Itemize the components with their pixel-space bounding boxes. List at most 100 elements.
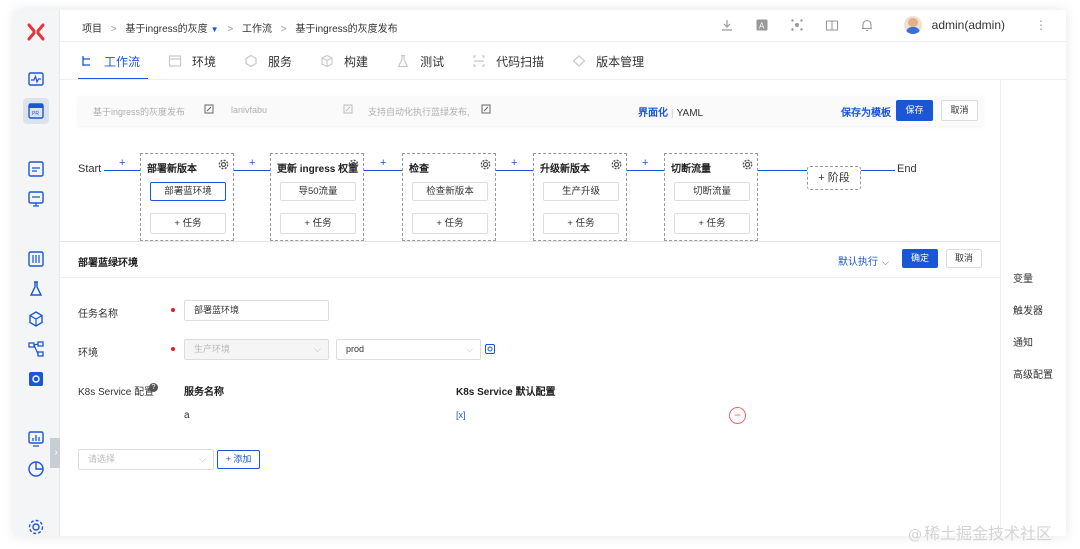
topology-icon[interactable] — [27, 340, 45, 358]
diamond-icon — [572, 55, 586, 67]
workflow-display-name[interactable]: 基于ingress的灰度发布 — [93, 105, 185, 118]
stage-card[interactable]: 升级新版本 生产升级 + 任务 — [533, 153, 627, 241]
workflow-description[interactable]: 支持自动化执行蓝绿发布, — [368, 105, 470, 118]
tab-code-scan[interactable]: 代码扫描 — [470, 46, 546, 76]
stage-card[interactable]: 部署新版本 部署蓝环境 + 任务 — [140, 153, 234, 241]
tab-workflow[interactable]: 工作流 — [78, 46, 149, 80]
workflow-header-row: 基于ingress的灰度发布 lanivfabu 支持自动化执行蓝绿发布, 界面… — [78, 96, 983, 126]
panel-item-variables[interactable]: 变量 — [1013, 270, 1033, 285]
tab-build[interactable]: 构建 — [318, 46, 370, 76]
help-icon[interactable]: ? — [149, 383, 158, 392]
panel-item-notifications[interactable]: 通知 — [1013, 334, 1033, 349]
svg-text:PR: PR — [32, 111, 39, 117]
edit-icon[interactable] — [481, 104, 491, 114]
translate-icon[interactable]: A — [754, 17, 770, 33]
confirm-button[interactable]: 确定 — [902, 249, 938, 268]
add-stage-button[interactable]: + 阶段 — [807, 166, 861, 190]
stage-card[interactable]: 切断流量 切断流量 + 任务 — [664, 153, 758, 241]
tab-label: 服务 — [268, 54, 293, 69]
stage-card[interactable]: 更新 ingress 权重 导50流量 + 任务 — [270, 153, 364, 241]
refresh-icon[interactable] — [485, 344, 495, 354]
task-list-icon[interactable] — [27, 160, 45, 178]
job-button[interactable]: 检查新版本 — [412, 182, 488, 201]
task-name-input[interactable]: 部署蓝环境 — [184, 300, 329, 321]
cancel-button[interactable]: 取消 — [946, 249, 982, 268]
save-as-template-button[interactable]: 保存为模板 — [841, 104, 891, 119]
test-flask-icon[interactable] — [27, 280, 45, 298]
job-button[interactable]: 部署蓝环境 — [150, 182, 226, 201]
avatar[interactable] — [903, 16, 922, 34]
tab-service[interactable]: 服务 — [242, 46, 294, 76]
exec-mode-select[interactable]: 默认执行 ⌵ — [838, 253, 889, 268]
breadcrumb-separator: > — [110, 24, 117, 35]
service-icon — [245, 54, 257, 68]
breadcrumb-item[interactable]: 基于ingress的灰度 — [125, 24, 207, 35]
save-button[interactable]: 保存 — [896, 100, 933, 121]
gear-icon[interactable] — [218, 159, 229, 170]
stage-name: 切断流量 — [671, 164, 711, 175]
edit-icon[interactable] — [343, 104, 353, 114]
add-task-button[interactable]: + 任务 — [280, 213, 356, 234]
variable-config-link[interactable]: [x] — [456, 410, 466, 420]
job-button[interactable]: 导50流量 — [280, 182, 356, 201]
add-task-button[interactable]: + 任务 — [150, 213, 226, 234]
artifact-icon[interactable] — [27, 310, 45, 328]
username[interactable]: admin(admin) — [932, 18, 1005, 32]
add-stage-plus[interactable]: + — [249, 157, 255, 169]
breadcrumb-item[interactable]: 工作流 — [242, 24, 272, 35]
stage-card[interactable]: 检查 检查新版本 + 任务 — [402, 153, 496, 241]
detail-title: 部署蓝绿环境 — [78, 258, 138, 269]
gear-icon[interactable] — [348, 159, 359, 170]
download-icon[interactable] — [719, 17, 735, 33]
remove-row-button[interactable]: − — [729, 407, 746, 424]
add-stage-plus[interactable]: + — [511, 157, 517, 169]
add-stage-plus[interactable]: + — [380, 157, 386, 169]
tab-test[interactable]: 测试 — [394, 46, 446, 76]
caret-down-icon[interactable]: ▼ — [211, 25, 219, 34]
workflow-key[interactable]: lanivfabu — [231, 105, 267, 115]
panel-item-advanced[interactable]: 高级配置 — [1013, 366, 1053, 381]
right-config-panel: 变量 触发器 通知 高级配置 — [1000, 80, 1066, 536]
exec-mode-label: 默认执行 — [838, 257, 878, 268]
breadcrumb-item[interactable]: 项目 — [82, 24, 102, 35]
settings-box-icon[interactable] — [27, 370, 45, 388]
project-icon[interactable]: PR — [27, 102, 45, 120]
gear-icon[interactable] — [27, 518, 45, 536]
release-icon[interactable] — [27, 190, 45, 208]
docs-icon[interactable] — [824, 17, 840, 33]
zadig-logo[interactable] — [26, 22, 46, 42]
bell-icon[interactable] — [859, 17, 875, 33]
pipeline-end: End — [897, 163, 917, 175]
pulse-icon[interactable] — [27, 70, 45, 88]
mode-ui[interactable]: 界面化 — [638, 108, 668, 119]
tabs-divider — [60, 79, 1066, 80]
cancel-button[interactable]: 取消 — [941, 100, 978, 121]
add-stage-plus[interactable]: + — [642, 157, 648, 169]
build-icon[interactable] — [27, 250, 45, 268]
add-task-button[interactable]: + 任务 — [543, 213, 619, 234]
monitor-chart-icon[interactable] — [27, 430, 45, 448]
job-detail-panel: 部署蓝绿环境 默认执行 ⌵ 确定 取消 任务名称 部署蓝环境 环境 生产环境 ⌵ … — [60, 241, 1000, 536]
environment-icon — [168, 55, 182, 67]
pie-chart-icon[interactable] — [27, 460, 45, 478]
gear-icon[interactable] — [480, 159, 491, 170]
namespace-select[interactable]: prod ⌵ — [336, 339, 481, 360]
add-task-button[interactable]: + 任务 — [412, 213, 488, 234]
env-label: 环境 — [78, 348, 98, 359]
add-stage-plus[interactable]: + — [119, 157, 125, 169]
add-task-button[interactable]: + 任务 — [674, 213, 750, 234]
job-button[interactable]: 生产升级 — [543, 182, 619, 201]
service-select[interactable]: 请选择 ⌵ — [78, 449, 214, 470]
tab-environment[interactable]: 环境 — [166, 46, 218, 76]
gear-icon[interactable] — [611, 159, 622, 170]
mode-yaml[interactable]: YAML — [677, 108, 704, 119]
add-service-button[interactable]: + 添加 — [217, 450, 260, 469]
plugin-icon[interactable] — [789, 17, 805, 33]
panel-item-triggers[interactable]: 触发器 — [1013, 302, 1043, 317]
column-default-config: K8s Service 默认配置 — [456, 387, 556, 398]
gear-icon[interactable] — [742, 159, 753, 170]
edit-icon[interactable] — [204, 104, 214, 114]
more-vertical-icon[interactable]: ⋮ — [1035, 18, 1047, 32]
job-button[interactable]: 切断流量 — [674, 182, 750, 201]
tab-version[interactable]: 版本管理 — [570, 46, 646, 76]
